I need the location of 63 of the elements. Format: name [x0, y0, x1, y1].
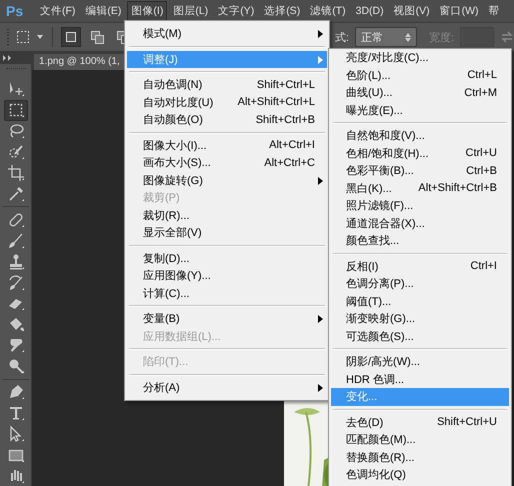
menu-item[interactable]: 自动颜色(O) Shift+Ctrl+B: [127, 111, 327, 128]
menu-item[interactable]: 显示全部(V): [127, 224, 327, 242]
grip-icon: [6, 28, 10, 46]
menu-item[interactable]: 画布大小(S)... Alt+Ctrl+C: [127, 154, 327, 172]
menu-item[interactable]: 颜色查找...: [331, 232, 509, 250]
menu-bar-item[interactable]: 帮: [484, 1, 504, 21]
menu-item[interactable]: 色调分离(P)...: [331, 275, 509, 292]
menu-item[interactable]: 变量(B): [127, 310, 327, 328]
menu-item[interactable]: 曲线(U)... Ctrl+M: [331, 84, 509, 102]
spinner-icon: [404, 32, 411, 42]
menu-item[interactable]: 模式(M): [127, 25, 327, 42]
menu-item[interactable]: 裁切(R)...: [127, 206, 327, 224]
menu-item[interactable]: 照片滤镜(F)...: [331, 197, 509, 214]
submenu-arrow-icon: [318, 176, 323, 184]
collapse-icon[interactable]: [3, 54, 12, 61]
menu-item[interactable]: 图像旋转(G): [127, 172, 327, 189]
menu-item[interactable]: 阈值(T)...: [331, 292, 509, 310]
menu-item[interactable]: 替换颜色(R)...: [331, 448, 509, 466]
menu-bar-item[interactable]: 图层(L): [169, 1, 212, 21]
menu-bar-item[interactable]: 窗口(W): [436, 1, 483, 21]
menu-item[interactable]: 自动色调(N) Shift+Ctrl+L: [127, 76, 327, 94]
menu-item[interactable]: 曝光度(E)...: [331, 102, 509, 119]
menu-item[interactable]: 分析(A): [127, 378, 327, 396]
submenu-arrow-icon: [318, 315, 323, 323]
menu-item[interactable]: 色调均化(Q): [331, 466, 509, 484]
menu-item[interactable]: 色彩平衡(B)... Ctrl+B: [331, 162, 509, 180]
menu-item[interactable]: 阴影/高光(W)...: [331, 353, 509, 370]
menu-item[interactable]: 色相/饱和度(H)... Ctrl+U: [331, 144, 509, 162]
menu-bar-item[interactable]: 编辑(E): [81, 1, 126, 21]
style-label: 式:: [334, 30, 349, 44]
width-field[interactable]: [460, 27, 494, 47]
style-dropdown[interactable]: 正常: [354, 27, 417, 47]
menu-bar-item[interactable]: 视图(V): [390, 1, 434, 21]
menu-item[interactable]: 自然饱和度(V)...: [331, 127, 509, 144]
marquee-icon[interactable]: [16, 30, 30, 44]
menu-item[interactable]: 色阶(L)... Ctrl+L: [331, 66, 509, 84]
menu-item[interactable]: 通道混合器(X)...: [331, 214, 509, 232]
submenu-arrow-icon: [318, 384, 323, 392]
app-logo: Ps: [5, 3, 24, 19]
menu-item[interactable]: 去色(D) Shift+Ctrl+U: [331, 414, 509, 431]
menu-bar-item[interactable]: 图像(I): [127, 1, 168, 21]
marquee-tool-icon[interactable]: [4, 100, 28, 121]
new-selection-icon[interactable]: [61, 27, 81, 47]
submenu-arrow-icon: [318, 56, 323, 64]
menu-item[interactable]: 亮度/对比度(C)...: [331, 49, 509, 66]
menu-item[interactable]: 计算(C)...: [127, 284, 327, 302]
menu-item[interactable]: 可选颜色(S)...: [331, 328, 509, 345]
menu-bar-item[interactable]: 3D(D): [352, 2, 388, 20]
menu-item[interactable]: 黑白(K)... Alt+Shift+Ctrl+B: [331, 180, 509, 197]
menu-bar-item[interactable]: 文字(Y): [214, 1, 258, 21]
menu-bar-item[interactable]: 滤镜(T): [306, 1, 350, 21]
menu-item[interactable]: 图像大小(I)... Alt+Ctrl+I: [127, 136, 327, 154]
menu-item[interactable]: 匹配颜色(M)...: [331, 431, 509, 448]
menu-item[interactable]: 反相(I) Ctrl+I: [331, 258, 509, 275]
menu-item[interactable]: HDR 色调...: [331, 370, 509, 388]
menu-item[interactable]: 应用图像(Y)...: [127, 267, 327, 284]
menu-bar-item[interactable]: 选择(S): [260, 1, 304, 21]
menu-item[interactable]: 复制(D)...: [127, 250, 327, 267]
menu-bar-item[interactable]: 文件(F): [36, 1, 80, 21]
submenu-arrow-icon: [318, 30, 323, 38]
menu-item[interactable]: 自动对比度(U) Alt+Shift+Ctrl+L: [127, 94, 327, 111]
menu-item[interactable]: 渐变映射(G)...: [331, 310, 509, 328]
caret-icon[interactable]: [36, 34, 44, 40]
